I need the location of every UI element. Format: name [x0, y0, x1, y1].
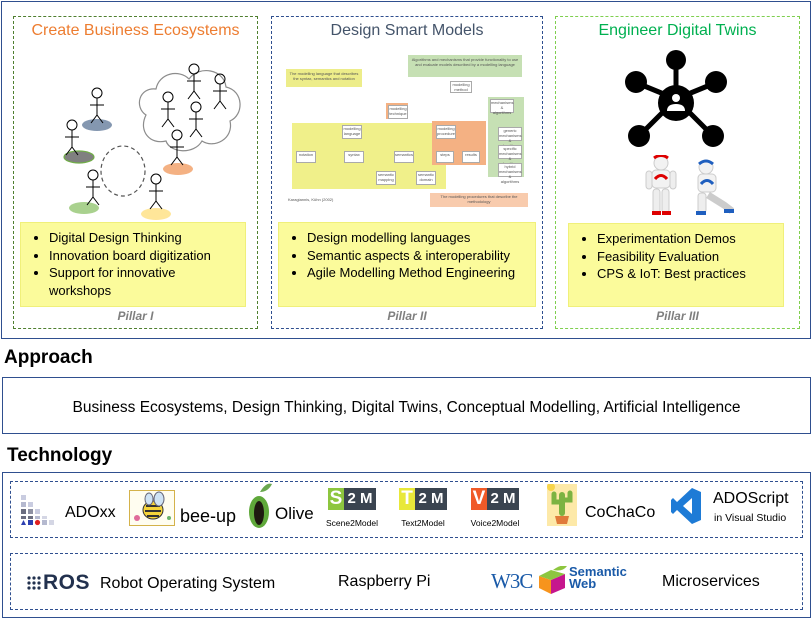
two-m-mark: 2 M: [344, 488, 376, 510]
v2m-letter: V: [471, 488, 487, 510]
diagram-node: modelling language: [342, 125, 362, 139]
diagram-node: semantic domain: [416, 171, 436, 185]
bullet-item: Experimentation Demos: [597, 230, 777, 248]
bullet-item: Innovation board digitization: [49, 247, 239, 265]
pillar-1-bullets: Digital Design Thinking Innovation board…: [20, 222, 246, 307]
t2m-letter: T: [399, 488, 415, 510]
voice2model-logo-icon: V 2 M Voice2Model: [467, 488, 523, 528]
scene2model-label: Scene2Model: [326, 518, 378, 528]
robot-blue-icon: [696, 159, 735, 215]
pillar-2-label: Pillar II: [387, 309, 427, 323]
diagram-node: syntax: [344, 151, 364, 163]
s2m-letter: S: [328, 488, 344, 510]
cactus-logo-icon: [547, 484, 577, 526]
diagram-node: notation: [296, 151, 316, 163]
diagram-node: mechanisms & algorithms: [490, 99, 514, 115]
adoxx-label: ADOxx: [65, 504, 116, 521]
bullet-item: Support for innovative workshops: [49, 264, 239, 299]
bee-up-label: bee-up: [180, 506, 237, 526]
bullet-item: Agile Modelling Method Engineering: [307, 264, 529, 282]
pillar-3-bullets: Experimentation Demos Feasibility Evalua…: [568, 223, 784, 307]
two-m-mark: 2 M: [487, 488, 519, 510]
diagram-node: specific mechanisms & algorithms: [498, 145, 522, 166]
bullet-item: CPS & IoT: Best practices: [597, 265, 777, 283]
adoxx-logo-icon: [21, 495, 54, 526]
diagram-node: modelling technique: [388, 105, 408, 119]
pillar-2-bullets: Design modelling languages Semantic aspe…: [278, 222, 536, 307]
pillar-3-title: Engineer Digital Twins: [598, 22, 757, 39]
diagram-node: semantic mapping: [376, 171, 396, 185]
diagram-node: generic mechanisms & algorithms: [498, 127, 522, 148]
visual-studio-logo-icon: [671, 488, 701, 524]
text2model-logo-icon: T 2 M Text2Model: [395, 488, 451, 528]
approach-box: Business Ecosystems, Design Thinking, Di…: [2, 377, 811, 434]
olive-logo-icon: [249, 483, 272, 528]
two-m-mark: 2 M: [415, 488, 447, 510]
modelling-method-diagram: The modelling language that describes th…: [284, 51, 534, 211]
diagram-node: hybrid mechanisms & algorithms: [498, 163, 522, 184]
diagram-node: semantics: [394, 151, 414, 163]
pillar-1: Create Business Ecosystems Digital Desig…: [13, 16, 258, 329]
pillar-2: Design Smart Models The modelling langua…: [271, 16, 543, 329]
platforms-row: ROS Robot Operating System Raspberry Pi …: [10, 553, 803, 610]
microservices-label: Microservices: [662, 573, 760, 590]
bullet-item: Digital Design Thinking: [49, 229, 239, 247]
diagram-node: modelling method: [450, 81, 472, 93]
approach-text: Business Ecosystems, Design Thinking, Di…: [72, 399, 741, 416]
pillar-1-title: Create Business Ecosystems: [31, 22, 240, 39]
note-procedures: The modelling procedures that describe t…: [430, 193, 528, 207]
note-algorithms: Algorithms and mechanisms that provide f…: [408, 55, 522, 77]
technology-box: ADOxx bee-up Olive S 2 M Scene2Model T 2…: [2, 472, 811, 618]
w3c-wordmark: W3C: [491, 569, 533, 593]
pillar-1-label: Pillar I: [117, 309, 154, 323]
technology-heading: Technology: [7, 445, 113, 466]
olive-label: Olive: [275, 504, 314, 523]
adoscript-sublabel: in Visual Studio: [714, 512, 787, 524]
cochaco-label: CoChaCo: [585, 504, 656, 521]
citation: Karagiannis, Kühn (2002): [288, 197, 334, 202]
text2model-label: Text2Model: [401, 518, 445, 528]
semantic-web-cube-icon: [539, 566, 567, 594]
tools-row: ADOxx bee-up Olive S 2 M Scene2Model T 2…: [10, 481, 803, 538]
ros-wordmark: ROS: [43, 571, 91, 594]
diagram-node: results: [462, 151, 480, 163]
adoscript-label: ADOScript: [713, 490, 789, 507]
approach-heading: Approach: [4, 347, 93, 368]
ros-label: Robot Operating System: [100, 575, 276, 592]
pillar-3: Engineer Digital Twins • Experimentation…: [555, 16, 800, 329]
pillar-3-label: Pillar III: [656, 309, 699, 323]
network-hub-icon: [625, 50, 727, 147]
bee-logo-icon: [129, 490, 175, 526]
diagram-node: steps: [436, 151, 454, 163]
scene2model-logo-icon: S 2 M Scene2Model: [324, 488, 380, 528]
diagram-node: modelling procedure: [436, 125, 456, 139]
bullet-item: Feasibility Evaluation: [597, 248, 777, 266]
stick-figure-ecosystem-icon: [63, 63, 241, 220]
raspberry-pi-label: Raspberry Pi: [338, 573, 431, 590]
pillar-2-title: Design Smart Models: [330, 22, 484, 39]
note-language: The modelling language that describes th…: [286, 69, 362, 87]
robot-red-icon: [645, 155, 677, 215]
voice2model-label: Voice2Model: [470, 518, 520, 528]
bullet-item: Semantic aspects & interoperability: [307, 247, 529, 265]
bullet-item: Design modelling languages: [307, 229, 529, 247]
semantic-web-label: Semantic Web: [569, 564, 627, 591]
